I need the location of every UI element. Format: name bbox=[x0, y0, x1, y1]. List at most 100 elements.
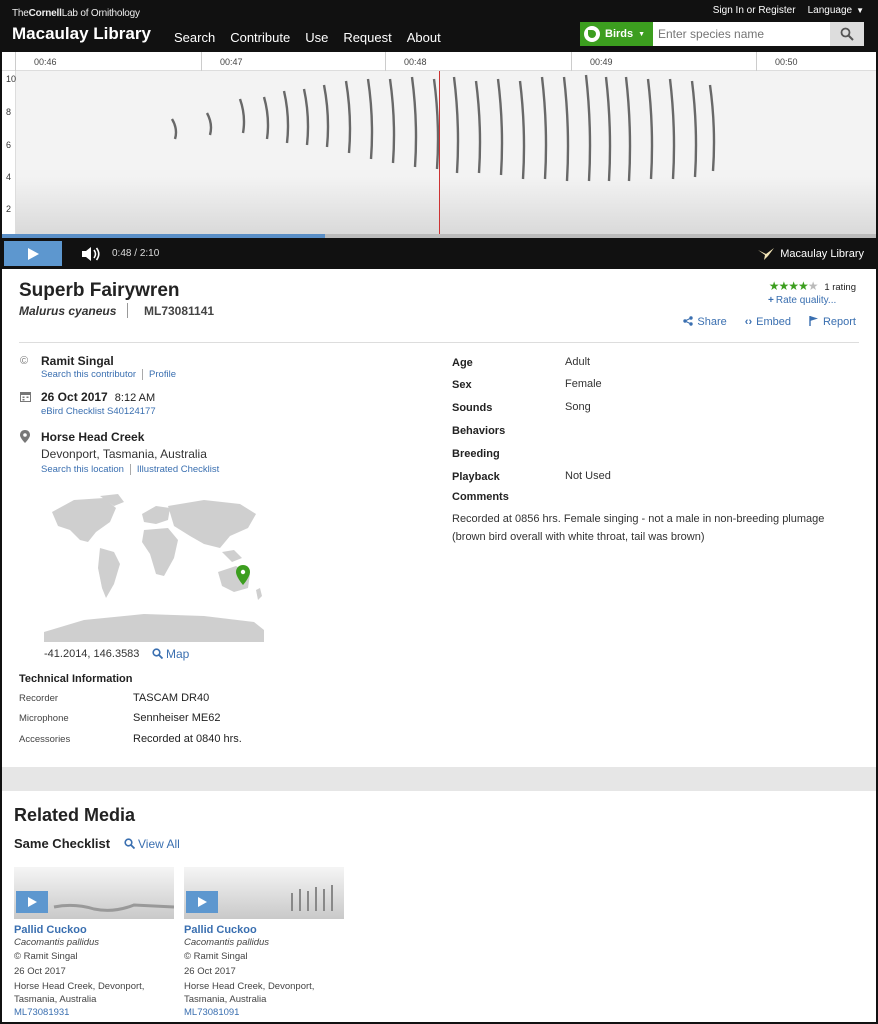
location-name: Horse Head Creek bbox=[41, 430, 145, 444]
comment-text: Recorded at 0856 hrs. Female singing - n… bbox=[452, 513, 825, 543]
search-icon bbox=[840, 27, 854, 41]
play-icon bbox=[28, 897, 37, 907]
card-species-name[interactable]: Pallid Cuckoo bbox=[14, 924, 174, 936]
nav-contribute[interactable]: Contribute bbox=[230, 30, 290, 45]
song-syllable bbox=[474, 80, 482, 174]
search-icon bbox=[152, 648, 164, 660]
report-button[interactable]: Report bbox=[809, 316, 856, 328]
card-catalog-id[interactable]: ML73081091 bbox=[184, 1007, 344, 1018]
timeline-tick: 00:46 bbox=[15, 52, 57, 71]
attr-value: Female bbox=[565, 378, 602, 390]
language-menu[interactable]: Language ▼ bbox=[808, 5, 864, 16]
play-button[interactable] bbox=[16, 891, 48, 913]
song-syllable bbox=[540, 76, 548, 180]
embed-button[interactable]: ‹› Embed bbox=[745, 316, 791, 328]
card-species-name[interactable]: Pallid Cuckoo bbox=[184, 924, 344, 936]
map-landmass bbox=[168, 500, 256, 548]
play-button[interactable] bbox=[186, 891, 218, 913]
card-contributor: © Ramit Singal bbox=[14, 951, 78, 962]
contributor-name: Ramit Singal bbox=[41, 354, 114, 368]
song-syllable bbox=[366, 78, 374, 160]
related-media-title: Related Media bbox=[14, 805, 136, 825]
attr-value: Song bbox=[565, 401, 591, 413]
card-catalog-id[interactable]: ML73081931 bbox=[14, 1007, 174, 1018]
ebird-checklist-link[interactable]: eBird Checklist S40124177 bbox=[41, 406, 156, 417]
nav-search[interactable]: Search bbox=[174, 30, 215, 45]
species-scientific-name: Malurus cyaneus bbox=[19, 304, 117, 318]
species-search-input[interactable] bbox=[653, 22, 830, 46]
star-icon: ★ bbox=[788, 279, 799, 293]
media-thumbnail[interactable] bbox=[184, 867, 344, 919]
species-common-name[interactable]: Superb Fairywren bbox=[19, 280, 180, 302]
nav-use[interactable]: Use bbox=[305, 30, 328, 45]
cornell-lab-logo[interactable]: TheCornellLab of Ornithology bbox=[12, 8, 140, 19]
rating-summary: ★★★★★ 1 rating bbox=[769, 279, 856, 293]
search-button[interactable] bbox=[830, 22, 864, 46]
search-icon bbox=[124, 838, 136, 850]
flag-icon bbox=[809, 316, 818, 326]
spectrogram-timeline: 00:46 00:47 00:48 00:49 00:50 bbox=[2, 52, 876, 71]
playhead[interactable] bbox=[439, 71, 440, 237]
nav-request[interactable]: Request bbox=[343, 30, 391, 45]
world-map[interactable] bbox=[44, 492, 264, 642]
search-contributor-link[interactable]: Search this contributor bbox=[41, 369, 136, 380]
search-location-link[interactable]: Search this location bbox=[41, 464, 124, 475]
rate-quality-link[interactable]: + Rate quality... bbox=[768, 295, 836, 306]
player-controls: 0:48 / 2:10 Macaulay Library bbox=[2, 238, 876, 269]
song-syllable bbox=[410, 76, 418, 168]
map-landmass bbox=[44, 614, 264, 642]
tech-label: Recorder bbox=[19, 693, 59, 704]
tech-value: TASCAM DR40 bbox=[133, 692, 210, 704]
play-button[interactable] bbox=[4, 241, 62, 266]
media-thumbnail[interactable] bbox=[14, 867, 174, 919]
song-syllable bbox=[496, 78, 504, 176]
nav-about[interactable]: About bbox=[407, 30, 441, 45]
card-contributor: © Ramit Singal bbox=[184, 951, 248, 962]
view-all-link[interactable]: View All bbox=[124, 837, 180, 851]
attr-value: Adult bbox=[565, 356, 591, 368]
song-syllable bbox=[584, 74, 592, 182]
taxon-filter-dropdown[interactable]: Birds ▼ bbox=[580, 22, 653, 46]
same-checklist-title: Same Checklist bbox=[14, 836, 111, 851]
page-frame: TheCornellLab of Ornithology Macaulay Li… bbox=[0, 0, 878, 1024]
bird-logo-icon bbox=[758, 248, 775, 260]
tech-label: Microphone bbox=[19, 713, 69, 724]
card-location: Horse Head Creek, Devonport, Tasmania, Au… bbox=[14, 981, 145, 1005]
contributor-links: Search this contributor Profile bbox=[41, 369, 176, 380]
chevron-down-icon: ▼ bbox=[638, 30, 646, 38]
tech-value: Sennheiser ME62 bbox=[133, 712, 221, 724]
map-link[interactable]: Map bbox=[152, 647, 189, 661]
map-landmass bbox=[142, 528, 178, 576]
attr-label: Behaviors bbox=[452, 425, 506, 437]
song-syllable bbox=[604, 76, 612, 182]
tech-value: Recorded at 0840 hrs. bbox=[133, 733, 242, 745]
song-syllable bbox=[690, 80, 698, 178]
star-icon: ★ bbox=[798, 279, 809, 293]
illustrated-checklist-link[interactable]: Illustrated Checklist bbox=[137, 464, 219, 475]
attr-label: Age bbox=[452, 357, 473, 369]
chevron-down-icon: ▼ bbox=[856, 6, 864, 15]
timeline-tick: 00:47 bbox=[201, 52, 243, 71]
profile-link[interactable]: Profile bbox=[149, 369, 176, 380]
song-syllable bbox=[302, 88, 310, 146]
technical-info-title: Technical Information bbox=[19, 673, 133, 685]
volume-icon bbox=[82, 247, 100, 261]
share-button[interactable]: Share bbox=[683, 316, 727, 328]
card-date: 26 Oct 2017 bbox=[14, 966, 66, 977]
macaulay-library-logo[interactable]: Macaulay Library bbox=[12, 24, 151, 44]
divider bbox=[142, 369, 144, 380]
song-syllable bbox=[322, 84, 330, 148]
divider bbox=[129, 464, 131, 475]
play-icon bbox=[198, 897, 207, 907]
map-landmass bbox=[98, 548, 120, 598]
related-media-card: Pallid Cuckoo Cacomantis pallidus © Rami… bbox=[14, 867, 174, 1018]
section-band bbox=[2, 767, 876, 791]
song-syllable bbox=[262, 96, 270, 140]
divider bbox=[127, 303, 128, 318]
volume-button[interactable] bbox=[82, 246, 102, 265]
sign-in-link[interactable]: Sign In or Register bbox=[713, 5, 796, 16]
card-scientific-name: Cacomantis pallidus bbox=[184, 937, 270, 948]
attr-label: Playback bbox=[452, 471, 500, 483]
attr-label: Sounds bbox=[452, 402, 493, 414]
song-syllable bbox=[562, 76, 570, 182]
